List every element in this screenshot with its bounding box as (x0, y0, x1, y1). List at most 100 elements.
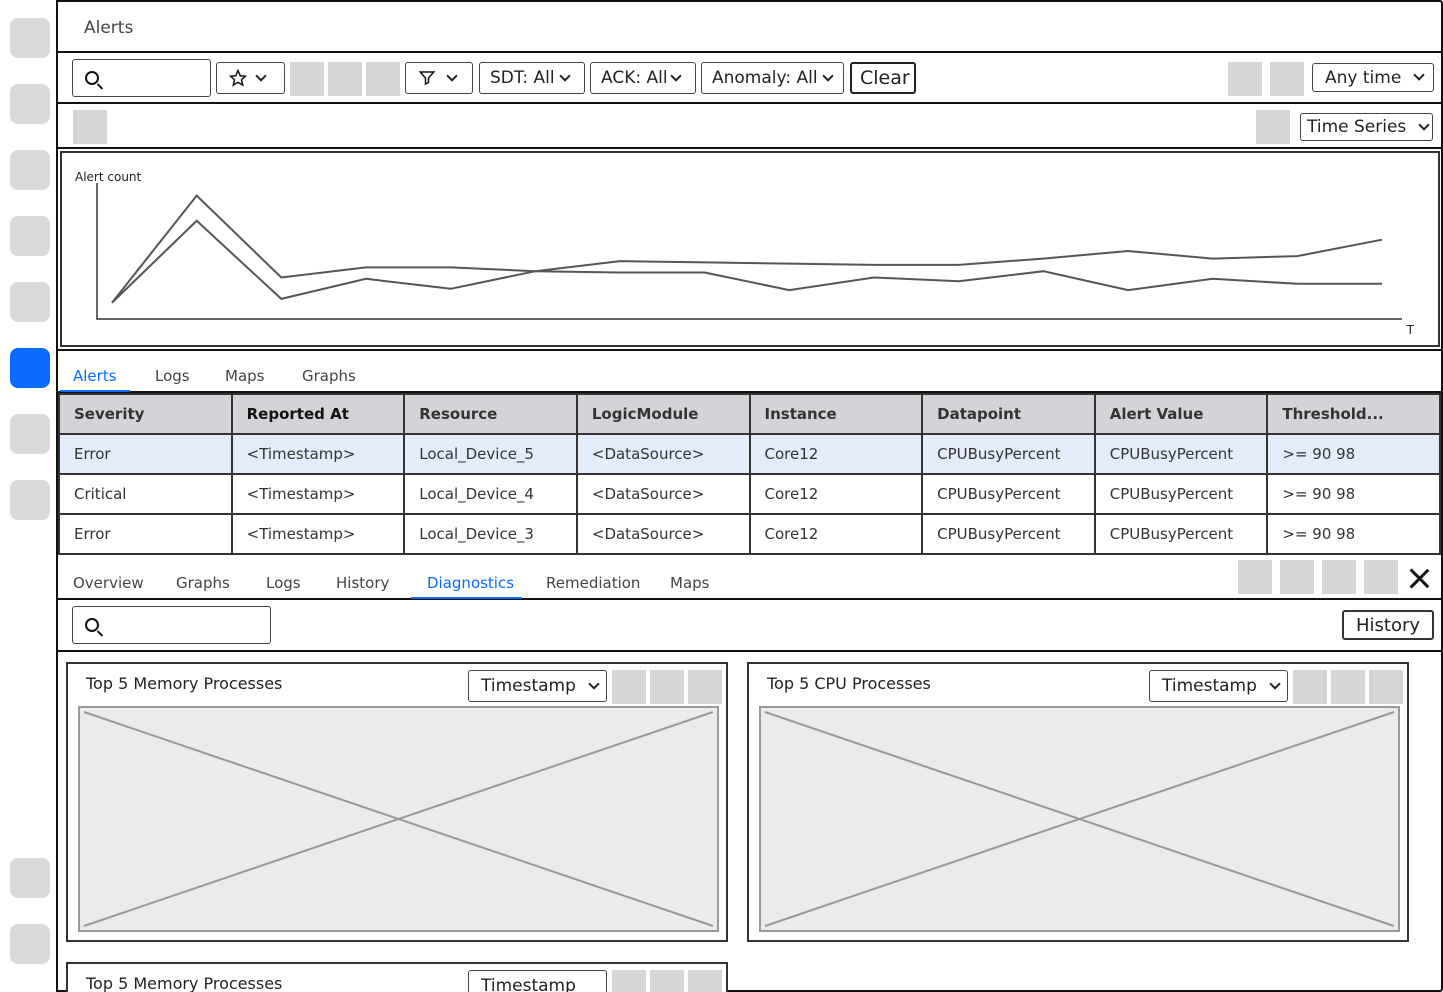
panel-action-2[interactable] (650, 670, 684, 704)
search-icon (85, 71, 99, 85)
history-button[interactable]: History (1342, 610, 1434, 640)
detail-action-1[interactable] (1238, 560, 1272, 594)
table-cell: Local_Device_4 (403, 473, 578, 515)
panel-action-1[interactable] (1293, 670, 1327, 704)
view-toolbar: Time Series (58, 104, 1441, 149)
table-cell: <Timestamp> (230, 513, 406, 555)
nav-item-1[interactable] (10, 18, 50, 58)
panel-select-label: Timestamp (481, 976, 576, 992)
nav-item-5[interactable] (10, 282, 50, 322)
history-button-label: History (1356, 614, 1421, 636)
view-option-button[interactable] (1256, 110, 1290, 144)
placeholder-cross (83, 711, 714, 927)
ack-filter-label: ACK: All (601, 68, 668, 88)
panel-timestamp-select[interactable]: Timestamp (1149, 670, 1288, 702)
nav-item-3[interactable] (10, 150, 50, 190)
panel-action-1[interactable] (612, 670, 646, 704)
table-cell: Local_Device_5 (403, 433, 578, 475)
table-cell: CPUBusyPercent (1093, 513, 1269, 555)
title-bar: Alerts (58, 0, 1441, 53)
filter-dropdown[interactable] (405, 62, 473, 94)
tab-graphs[interactable]: Graphs (176, 574, 230, 592)
panel-timestamp-select[interactable]: Timestamp (468, 970, 607, 992)
star-icon (229, 69, 247, 87)
clear-button[interactable]: Clear (850, 62, 916, 94)
tab-active-indicator (60, 390, 130, 392)
page-title: Alerts (84, 18, 134, 38)
column-header-datapoint[interactable]: Datapoint (921, 393, 1096, 435)
panel-action-2[interactable] (650, 970, 684, 992)
favorites-dropdown[interactable] (216, 62, 285, 94)
ack-filter[interactable]: ACK: All (590, 62, 696, 94)
tab-diagnostics[interactable]: Diagnostics (427, 574, 514, 592)
view-type-select[interactable]: Time Series (1300, 113, 1433, 141)
close-icon[interactable] (1408, 567, 1430, 589)
table-row[interactable]: Error <Timestamp> Local_Device_3 <DataSo… (58, 513, 1441, 555)
detail-action-3[interactable] (1322, 560, 1356, 594)
panel-action-3[interactable] (688, 970, 722, 992)
toolbar-button-2[interactable] (328, 62, 362, 96)
toolbar-button-5[interactable] (1270, 62, 1304, 96)
cpu-processes-panel: Top 5 CPU Processes Timestamp (747, 662, 1409, 942)
column-header-instance[interactable]: Instance (748, 393, 924, 435)
detail-action-4[interactable] (1364, 560, 1398, 594)
column-header-alert-value[interactable]: Alert Value (1093, 393, 1269, 435)
nav-item-2[interactable] (10, 84, 50, 124)
nav-item-8[interactable] (10, 480, 50, 520)
table-cell: CPUBusyPercent (1093, 433, 1269, 475)
sdt-filter-label: SDT: All (490, 68, 555, 88)
detail-search-input[interactable] (72, 606, 271, 644)
table-cell: <DataSource> (575, 513, 751, 555)
toolbar-button-4[interactable] (1228, 62, 1262, 96)
sdt-filter[interactable]: SDT: All (479, 62, 585, 94)
panel-action-3[interactable] (688, 670, 722, 704)
tab-maps[interactable]: Maps (225, 367, 264, 385)
column-header-severity[interactable]: Severity (58, 393, 233, 435)
chart-y-label: Alert count (75, 170, 142, 184)
nav-item-9[interactable] (10, 858, 50, 898)
detail-action-2[interactable] (1280, 560, 1314, 594)
tab-alerts[interactable]: Alerts (73, 367, 117, 385)
view-button[interactable] (73, 110, 107, 144)
tab-maps[interactable]: Maps (670, 574, 709, 592)
anomaly-filter-label: Anomaly: All (712, 68, 818, 88)
table-cell: <DataSource> (575, 473, 751, 515)
chevron-down-icon (588, 677, 600, 690)
toolbar-button-1[interactable] (290, 62, 324, 96)
panel-select-label: Timestamp (1162, 676, 1257, 696)
table-cell: Core12 (748, 473, 924, 515)
view-type-label: Time Series (1307, 117, 1407, 137)
panel-action-2[interactable] (1331, 670, 1365, 704)
time-range-select[interactable]: Any time (1312, 63, 1434, 92)
panel-title: Top 5 CPU Processes (767, 674, 931, 693)
tab-overview[interactable]: Overview (73, 574, 144, 592)
toolbar-button-3[interactable] (366, 62, 400, 96)
alerts-table: Severity Reported At Resource LogicModul… (58, 393, 1441, 555)
chevron-down-icon (1413, 69, 1425, 81)
nav-item-10[interactable] (10, 924, 50, 964)
tab-history[interactable]: History (336, 574, 389, 592)
tab-logs[interactable]: Logs (155, 367, 190, 385)
panel-action-1[interactable] (612, 970, 646, 992)
search-input[interactable] (72, 59, 211, 97)
table-row[interactable]: Error <Timestamp> Local_Device_5 <DataSo… (58, 433, 1441, 475)
column-header-logicmodule[interactable]: LogicModule (575, 393, 751, 435)
tab-graphs[interactable]: Graphs (302, 367, 356, 385)
panel-action-3[interactable] (1369, 670, 1403, 704)
nav-item-7[interactable] (10, 414, 50, 454)
nav-item-alerts[interactable] (10, 348, 50, 388)
panel-timestamp-select[interactable]: Timestamp (468, 670, 607, 702)
chevron-down-icon (446, 69, 458, 82)
series-line-1 (111, 194, 1383, 304)
column-header-resource[interactable]: Resource (403, 393, 578, 435)
table-row[interactable]: Critical <Timestamp> Local_Device_4 <Dat… (58, 473, 1441, 515)
column-header-threshold[interactable]: Threshold... (1266, 393, 1441, 435)
nav-item-4[interactable] (10, 216, 50, 256)
table-cell: Error (58, 513, 233, 555)
anomaly-filter[interactable]: Anomaly: All (701, 62, 844, 94)
tab-remediation[interactable]: Remediation (546, 574, 640, 592)
chart-axes (96, 183, 1402, 320)
column-header-reported-at[interactable]: Reported At (230, 393, 406, 435)
tab-logs[interactable]: Logs (266, 574, 301, 592)
chart-plot (96, 183, 1402, 320)
